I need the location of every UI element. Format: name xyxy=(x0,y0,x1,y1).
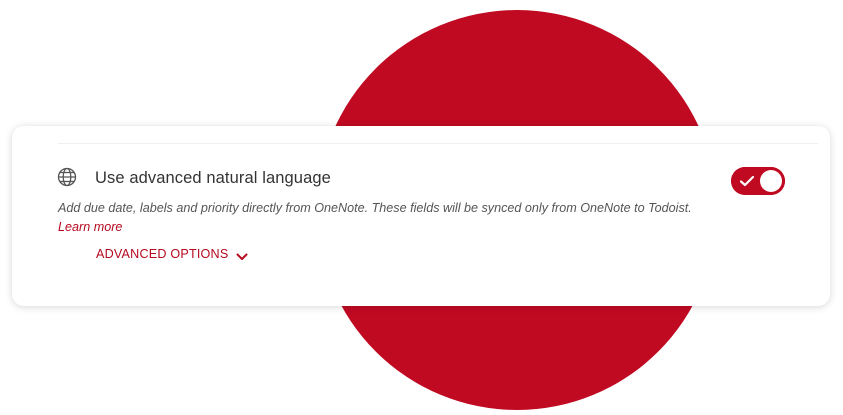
setting-description: Add due date, labels and priority direct… xyxy=(58,199,698,237)
check-icon xyxy=(739,174,755,188)
divider xyxy=(58,143,818,144)
setting-card: Use advanced natural language Add due da… xyxy=(12,126,830,306)
learn-more-link[interactable]: Learn more xyxy=(58,220,122,234)
toggle-knob xyxy=(760,170,782,192)
chevron-down-icon xyxy=(236,250,248,260)
advanced-options-button[interactable]: ADVANCED OPTIONS xyxy=(96,247,248,261)
advanced-options-label: ADVANCED OPTIONS xyxy=(96,247,229,261)
description-text: Add due date, labels and priority direct… xyxy=(58,201,692,215)
globe-icon xyxy=(56,166,78,188)
setting-title: Use advanced natural language xyxy=(95,169,331,187)
natural-language-toggle[interactable] xyxy=(731,167,785,195)
